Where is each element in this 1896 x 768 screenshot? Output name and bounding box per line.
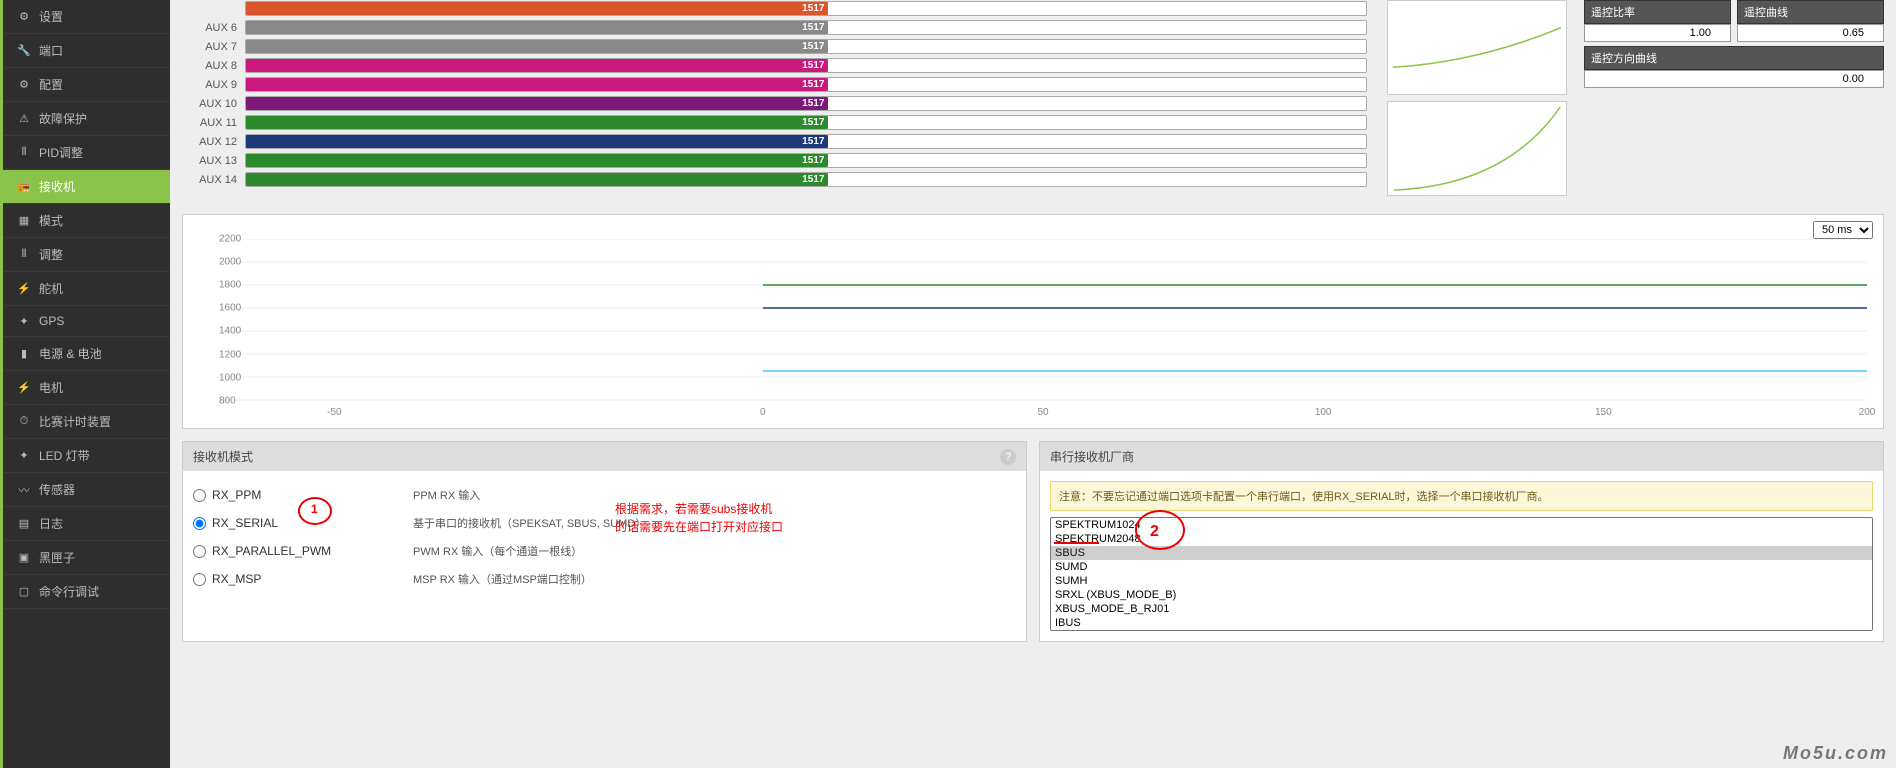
sidebar-item-servo[interactable]: ⚡舵机 bbox=[3, 272, 170, 306]
sidebar-item-pid[interactable]: ⫴PID调整 bbox=[3, 136, 170, 170]
sidebar-item-config[interactable]: ⚙配置 bbox=[3, 68, 170, 102]
sidebar-item-power[interactable]: ▮电源 & 电池 bbox=[3, 337, 170, 371]
sidebar-item-log[interactable]: ▤日志 bbox=[3, 507, 170, 541]
rc-yaw-input[interactable] bbox=[1584, 70, 1884, 88]
sidebar-item-led[interactable]: ✦LED 灯带 bbox=[3, 439, 170, 473]
sidebar-item-receiver[interactable]: 📻接收机 bbox=[3, 170, 170, 204]
rc-curve-header: 遥控曲线 bbox=[1737, 0, 1884, 24]
log-icon: ▤ bbox=[17, 517, 31, 531]
sliders-icon: ⫴ bbox=[17, 146, 31, 160]
sidebar-item-sensor[interactable]: 〰传感器 bbox=[3, 473, 170, 507]
sidebar-item-motor[interactable]: ⚡电机 bbox=[3, 371, 170, 405]
annotation-circle-2 bbox=[1135, 510, 1185, 550]
rc-yaw-header: 遥控方向曲线 bbox=[1584, 46, 1884, 70]
curve-preview-2 bbox=[1387, 101, 1567, 196]
rx-mode-option[interactable]: RX_MSPMSP RX 输入（通过MSP端口控制） bbox=[193, 565, 1016, 593]
rates-panel: 遥控比率 遥控曲线 遥控方向曲线 bbox=[1584, 0, 1884, 202]
watermark: Mo5u.com bbox=[1783, 743, 1888, 764]
rc-rate-input[interactable] bbox=[1584, 24, 1731, 42]
gps-icon: ✦ bbox=[17, 314, 31, 328]
sidebar-item-blackbox[interactable]: ▣黑匣子 bbox=[3, 541, 170, 575]
rc-curve-input[interactable] bbox=[1737, 24, 1884, 42]
annotation-2: 2 bbox=[1150, 520, 1159, 544]
channel-row: AUX 81517 bbox=[190, 57, 1367, 74]
channel-row: AUX 121517 bbox=[190, 133, 1367, 150]
serial-provider-panel: 串行接收机厂商 注意：不要忘记通过端口选项卡配置一个串行端口，使用RX_SERI… bbox=[1039, 441, 1884, 642]
sensor-icon: 〰 bbox=[17, 483, 31, 497]
battery-icon: ▮ bbox=[17, 347, 31, 361]
sidebar-item-racetimer[interactable]: ⏱比赛计时装置 bbox=[3, 405, 170, 439]
terminal-icon: ▢ bbox=[17, 585, 31, 599]
warning-icon: ⚠ bbox=[17, 112, 31, 126]
curve-preview-1 bbox=[1387, 0, 1567, 95]
sidebar-item-ports[interactable]: 🔧端口 bbox=[3, 34, 170, 68]
graph-refresh-select[interactable]: 50 ms bbox=[1813, 221, 1873, 239]
rx-mode-option[interactable]: RX_PARALLEL_PWMPWM RX 输入（每个通道一根线） bbox=[193, 537, 1016, 565]
channel-bars: 1517 AUX 61517 AUX 71517 AUX 81517 AUX 9… bbox=[182, 0, 1375, 202]
gear-icon: ⚙ bbox=[17, 78, 31, 92]
plug-icon: ⚡ bbox=[17, 381, 31, 395]
led-icon: ✦ bbox=[17, 449, 31, 463]
timer-icon: ⏱ bbox=[17, 415, 31, 429]
main-content: 1517 AUX 61517 AUX 71517 AUX 81517 AUX 9… bbox=[170, 0, 1896, 768]
help-icon[interactable]: ? bbox=[1000, 449, 1016, 465]
box-icon: ▣ bbox=[17, 551, 31, 565]
curve-previews bbox=[1387, 0, 1572, 202]
sidebar-item-failsafe[interactable]: ⚠故障保护 bbox=[3, 102, 170, 136]
sidebar: ⚙设置 🔧端口 ⚙配置 ⚠故障保护 ⫴PID调整 📻接收机 ▦模式 ⫴调整 ⚡舵… bbox=[0, 0, 170, 768]
wrench-icon: 🔧 bbox=[17, 44, 31, 58]
radio-rx-serial[interactable] bbox=[193, 517, 206, 530]
radio-rx-pwm[interactable] bbox=[193, 545, 206, 558]
motor-icon: ⚡ bbox=[17, 282, 31, 296]
sidebar-item-gps[interactable]: ✦GPS bbox=[3, 306, 170, 337]
channel-row: AUX 61517 bbox=[190, 19, 1367, 36]
sidebar-item-modes[interactable]: ▦模式 bbox=[3, 204, 170, 238]
sliders-icon: ⫴ bbox=[17, 248, 31, 262]
sidebar-item-adjust[interactable]: ⫴调整 bbox=[3, 238, 170, 272]
rc-rate-header: 遥控比率 bbox=[1584, 0, 1731, 24]
rx-mode-panel: 接收机模式 ? RX_PPMPPM RX 输入 RX_SERIAL基于串口的接收… bbox=[182, 441, 1027, 642]
sidebar-item-cli[interactable]: ▢命令行调试 bbox=[3, 575, 170, 609]
channel-row: AUX 101517 bbox=[190, 95, 1367, 112]
graph-area: 2200 2000 1800 1600 1400 1200 1000 800 -… bbox=[219, 239, 1867, 404]
channel-row-top: 1517 bbox=[190, 0, 1367, 17]
radio-rx-msp[interactable] bbox=[193, 573, 206, 586]
annotation-1: 1 bbox=[311, 500, 318, 518]
grid-icon: ▦ bbox=[17, 214, 31, 228]
annotation-note: 根据需求，若需要subs接收机的话需要先在端口打开对应接口 bbox=[615, 500, 783, 536]
annotation-underline bbox=[1054, 542, 1099, 544]
serial-provider-header: 串行接收机厂商 bbox=[1040, 442, 1883, 471]
radio-icon: 📻 bbox=[17, 180, 31, 194]
sidebar-item-settings[interactable]: ⚙设置 bbox=[3, 0, 170, 34]
channel-row: AUX 131517 bbox=[190, 152, 1367, 169]
graph-panel: 50 ms 2200 2000 1800 1600 1400 1200 1000… bbox=[182, 214, 1884, 429]
radio-rx-ppm[interactable] bbox=[193, 489, 206, 502]
channel-row: AUX 91517 bbox=[190, 76, 1367, 93]
serial-notice: 注意：不要忘记通过端口选项卡配置一个串行端口，使用RX_SERIAL时，选择一个… bbox=[1050, 481, 1873, 511]
rx-mode-header: 接收机模式 ? bbox=[183, 442, 1026, 471]
channel-row: AUX 111517 bbox=[190, 114, 1367, 131]
gear-icon: ⚙ bbox=[17, 10, 31, 24]
channel-row: AUX 71517 bbox=[190, 38, 1367, 55]
channel-row: AUX 141517 bbox=[190, 171, 1367, 188]
